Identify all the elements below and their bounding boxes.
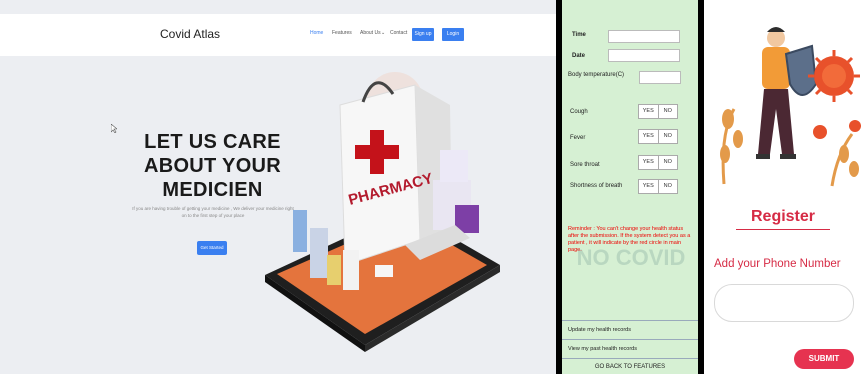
phone-label: Add your Phone Number <box>714 258 841 270</box>
brand-logo[interactable]: Covid Atlas <box>160 27 220 41</box>
nav-home[interactable]: Home <box>310 30 323 36</box>
reminder-text: Reminder : You can't change your health … <box>568 226 691 253</box>
update-records-label: Update my health records <box>568 327 631 333</box>
sore-throat-yes[interactable]: YES <box>639 156 658 169</box>
register-underline <box>736 229 830 230</box>
fever-no[interactable]: NO <box>657 130 678 143</box>
date-label: Date <box>572 53 586 59</box>
pharmacy-illustration: PHARMACY <box>265 72 500 352</box>
past-records-link[interactable]: View my past health records <box>562 339 698 358</box>
signup-button[interactable]: Sign up <box>412 28 434 41</box>
submit-button[interactable]: SUBMIT <box>794 349 854 369</box>
sore-throat-label: Sore throat <box>570 162 600 168</box>
time-label: Time <box>572 32 586 38</box>
sore-throat-no[interactable]: NO <box>657 156 678 169</box>
shortness-no[interactable]: NO <box>657 180 678 193</box>
shortness-label: Shortness of breath <box>570 183 623 189</box>
nav-about[interactable]: About Us <box>360 30 381 36</box>
time-input[interactable] <box>608 30 680 43</box>
past-records-label: View my past health records <box>568 346 637 352</box>
fever-yes[interactable]: YES <box>639 130 658 143</box>
temperature-label: Body temperature(C) <box>568 72 625 78</box>
cough-yes[interactable]: YES <box>639 105 658 118</box>
fever-toggle: YES NO <box>638 129 678 144</box>
virus-shield-illustration <box>720 27 861 187</box>
cough-label: Cough <box>570 109 588 115</box>
phone-input[interactable] <box>714 284 854 322</box>
update-records-link[interactable]: Update my health records <box>562 320 698 339</box>
date-input[interactable] <box>608 49 680 62</box>
cursor-icon <box>111 124 117 133</box>
nav-features[interactable]: Features <box>332 30 352 36</box>
health-record-form: Time Date Body temperature(C) Cough YES … <box>562 0 698 374</box>
cough-no[interactable]: NO <box>657 105 678 118</box>
back-to-features-button[interactable]: GO BACK TO FEATURES <box>562 358 698 374</box>
get-started-button[interactable]: Get Started <box>197 241 227 255</box>
sore-throat-toggle: YES NO <box>638 155 678 170</box>
landing-page: Covid Atlas Home Features About Us ⌄ Con… <box>0 0 556 374</box>
shortness-toggle: YES NO <box>638 179 678 194</box>
shortness-yes[interactable]: YES <box>639 180 658 193</box>
top-navbar <box>0 14 556 56</box>
fever-label: Fever <box>570 135 586 141</box>
register-title: Register <box>750 208 816 225</box>
chevron-down-icon[interactable]: ⌄ <box>381 30 385 36</box>
login-button[interactable]: Login <box>442 28 464 41</box>
temperature-input[interactable] <box>639 71 681 84</box>
register-page: Register Add your Phone Number SUBMIT <box>704 0 862 374</box>
cough-toggle: YES NO <box>638 104 678 119</box>
nav-contact[interactable]: Contact <box>390 30 407 36</box>
